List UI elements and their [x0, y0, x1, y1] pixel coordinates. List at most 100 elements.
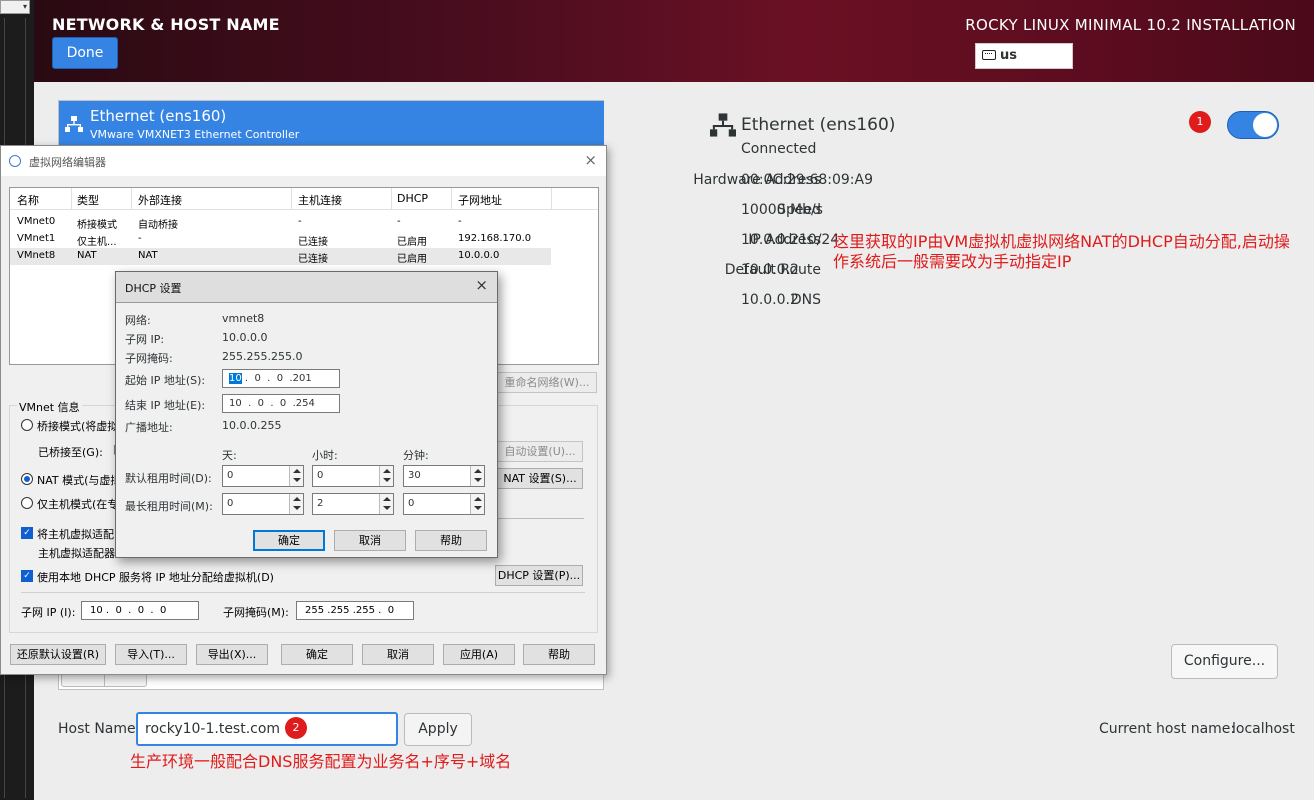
- dhcp-ok-button[interactable]: 确定: [253, 530, 325, 551]
- dhcp-titlebar: DHCP 设置 ×: [116, 272, 497, 302]
- divider: [498, 518, 584, 519]
- subnet-ip-input[interactable]: 10 . 0 . 0 . 0: [81, 601, 199, 620]
- max-lease-minutes-spinner[interactable]: 0: [403, 493, 485, 515]
- dhcp-settings-button[interactable]: DHCP 设置(P)...: [495, 565, 583, 586]
- subnet-mask-input[interactable]: 255 .255 .255 . 0: [296, 601, 414, 620]
- product-title: ROCKY LINUX MINIMAL 10.2 INSTALLATION: [965, 16, 1296, 34]
- ip-address-value: 10.0.0.210/24: [741, 232, 840, 248]
- apply-button[interactable]: 应用(A): [443, 644, 515, 665]
- cell: -: [397, 216, 401, 227]
- cell: 已启用: [397, 237, 427, 248]
- restore-defaults-button[interactable]: 还原默认设置(R): [10, 644, 106, 665]
- done-button[interactable]: Done: [52, 37, 118, 69]
- annotation-text-1a: 这里获取的IP由VM虚拟机虚拟网络NAT的DHCP自动分配,启动操: [833, 232, 1290, 251]
- spinner-arrows-icon[interactable]: [289, 494, 303, 514]
- use-dhcp-label: 使用本地 DHCP 服务将 IP 地址分配给虚拟机(D): [37, 571, 274, 584]
- spinner-value: 2: [317, 498, 324, 509]
- keyboard-layout-indicator[interactable]: us: [975, 43, 1073, 69]
- cancel-button[interactable]: 取消: [362, 644, 434, 665]
- export-button[interactable]: 导出(X)...: [196, 644, 268, 665]
- apply-hostname-button[interactable]: Apply: [404, 713, 472, 746]
- hours-label: 小时:: [312, 449, 338, 462]
- help-button[interactable]: 帮助: [523, 644, 595, 665]
- table-row-selected[interactable]: VMnet8 NAT NAT 已连接 已启用 10.0.0.0: [10, 248, 551, 265]
- host-only-label: 仅主机模式(在专: [37, 498, 119, 511]
- nat-mode-label: NAT 模式(与虚拟: [37, 474, 122, 487]
- page-title: NETWORK & HOST NAME: [52, 15, 280, 34]
- annotation-marker-1: 1: [1189, 111, 1211, 133]
- col-host[interactable]: 主机连接: [298, 192, 342, 208]
- cell: 已启用: [397, 254, 427, 265]
- ok-button[interactable]: 确定: [281, 644, 353, 665]
- spinner-value: 0: [227, 498, 234, 509]
- spinner-arrows-icon[interactable]: [379, 494, 393, 514]
- dns-value: 10.0.0.2: [741, 292, 799, 308]
- import-button[interactable]: 导入(T)...: [115, 644, 187, 665]
- dhcp-settings-dialog: DHCP 设置 × 网络: vmnet8 子网 IP: 10.0.0.0 子网掩…: [115, 271, 498, 558]
- spinner-arrows-icon[interactable]: [379, 466, 393, 486]
- host-name-input[interactable]: rocky10-1.test.com: [136, 712, 398, 746]
- host-name-label: Host Name:: [58, 721, 141, 737]
- close-icon[interactable]: ×: [475, 276, 488, 294]
- adapter-sub-label: 主机虚拟适配器: [38, 547, 115, 560]
- default-lease-days-spinner[interactable]: 0: [222, 465, 304, 487]
- cell: 已连接: [298, 254, 328, 265]
- spinner-arrows-icon[interactable]: [289, 466, 303, 486]
- rename-network-button[interactable]: 重命名网络(W)...: [497, 372, 597, 393]
- close-icon[interactable]: ×: [584, 151, 597, 169]
- device-name: Ethernet (ens160): [90, 107, 227, 125]
- default-lease-label: 默认租用时间(D):: [125, 472, 212, 485]
- end-ip-input[interactable]: 10 . 0 . 0 .254: [222, 394, 340, 413]
- bridged-mode-label: 桥接模式(将虚拟: [37, 420, 119, 433]
- cell: -: [458, 216, 462, 227]
- broadcast-value: 10.0.0.255: [222, 419, 282, 432]
- max-lease-label: 最长租用时间(M):: [125, 500, 213, 513]
- cell: NAT: [77, 250, 97, 261]
- col-external[interactable]: 外部连接: [138, 192, 182, 208]
- dhcp-title: DHCP 设置: [125, 282, 182, 295]
- col-dhcp[interactable]: DHCP: [397, 192, 428, 205]
- use-dhcp-checkbox[interactable]: ✓: [21, 570, 33, 582]
- network-label: 网络:: [125, 314, 151, 327]
- cell: 192.168.170.0: [458, 233, 532, 244]
- nat-settings-button[interactable]: NAT 设置(S)...: [497, 468, 583, 489]
- spinner-arrows-icon[interactable]: [470, 466, 484, 486]
- default-lease-hours-spinner[interactable]: 0: [312, 465, 394, 487]
- col-subnet[interactable]: 子网地址: [458, 192, 502, 208]
- start-ip-label: 起始 IP 地址(S):: [125, 374, 206, 387]
- spinner-value: 30: [408, 470, 421, 481]
- host-only-radio[interactable]: [21, 497, 33, 509]
- col-divider: [291, 188, 292, 210]
- bridged-mode-radio[interactable]: [21, 419, 33, 431]
- dhcp-help-button[interactable]: 帮助: [415, 530, 487, 551]
- configure-button[interactable]: Configure...: [1171, 644, 1278, 679]
- col-divider: [71, 188, 72, 210]
- col-type[interactable]: 类型: [77, 192, 99, 208]
- end-ip-label: 结束 IP 地址(E):: [125, 399, 206, 412]
- start-ip-input[interactable]: 10 . 0 . 0 .201: [222, 369, 340, 388]
- max-lease-days-spinner[interactable]: 0: [222, 493, 304, 515]
- max-lease-hours-spinner[interactable]: 2: [312, 493, 394, 515]
- cell: -: [138, 233, 142, 244]
- days-label: 天:: [222, 449, 237, 462]
- subnet-ip-label: 子网 IP:: [125, 333, 165, 346]
- auto-settings-button[interactable]: 自动设置(U)...: [497, 441, 583, 462]
- spinner-arrows-icon[interactable]: [470, 494, 484, 514]
- table-row[interactable]: VMnet0 桥接模式 自动桥接 - - -: [10, 214, 551, 231]
- left-dropdown[interactable]: ▾: [0, 0, 30, 14]
- dhcp-cancel-button[interactable]: 取消: [334, 530, 406, 551]
- bridged-to-label: 已桥接至(G):: [38, 446, 103, 459]
- device-item-ens160[interactable]: Ethernet (ens160) VMware VMXNET3 Etherne…: [59, 101, 604, 149]
- device-on-off-switch[interactable]: [1227, 111, 1279, 139]
- speed-value: 10000 Mb/s: [741, 202, 823, 218]
- hardware-address-value: 00:0C:29:68:09:A9: [741, 172, 874, 188]
- connection-status: Connected: [741, 141, 817, 157]
- default-lease-minutes-spinner[interactable]: 30: [403, 465, 485, 487]
- col-divider: [391, 188, 392, 210]
- cell: -: [298, 216, 302, 227]
- table-row[interactable]: VMnet1 仅主机... - 已连接 已启用 192.168.170.0: [10, 231, 551, 248]
- switch-knob: [1253, 113, 1277, 137]
- col-name[interactable]: 名称: [17, 192, 39, 208]
- connect-adapter-checkbox[interactable]: ✓: [21, 527, 33, 539]
- nat-mode-radio[interactable]: [21, 473, 33, 485]
